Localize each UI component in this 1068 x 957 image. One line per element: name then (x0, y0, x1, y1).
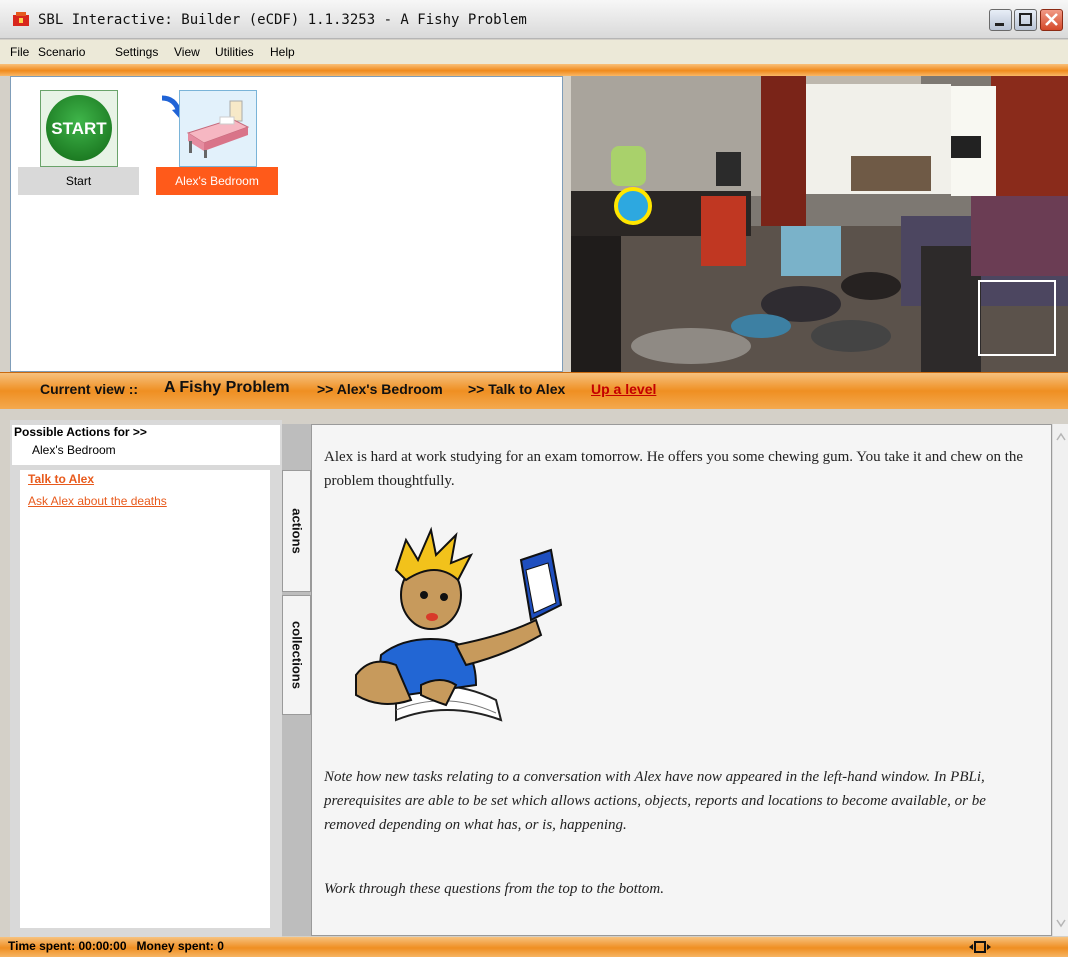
start-icon-text: START (51, 119, 107, 138)
breadcrumb-location: >> Alex's Bedroom (317, 381, 443, 397)
scenario-flow-canvas[interactable]: START Start Alex's Bedroom (10, 76, 563, 372)
possible-actions-title: Possible Actions for >> (14, 425, 147, 439)
close-icon (1045, 13, 1058, 26)
note-text: Note how new tasks relating to a convers… (324, 769, 986, 833)
menu-file[interactable]: File (10, 45, 29, 59)
action-talk-to-alex[interactable]: Talk to Alex (28, 472, 94, 486)
bedroom-node[interactable] (179, 90, 257, 167)
scroll-arrows-icon (1056, 432, 1066, 928)
room-photo-image (571, 76, 1068, 372)
tab-actions[interactable]: actions (282, 470, 311, 592)
money-spent-value: 0 (217, 939, 224, 953)
start-icon: START (46, 95, 112, 161)
title-bar: SBL Interactive: Builder (eCDF) 1.1.3253… (0, 0, 1068, 39)
time-spent-value: 00:00:00 (78, 939, 127, 953)
actions-list: Talk to Alex Ask Alex about the deaths (20, 470, 270, 928)
tab-collections-label: collections (289, 621, 304, 689)
intro-text: Alex is hard at work studying for an exa… (324, 449, 1024, 489)
money-spent-label: Money spent: (136, 939, 214, 953)
time-spent-label: Time spent: (8, 939, 76, 953)
minimize-button[interactable] (989, 9, 1012, 31)
tab-collections[interactable]: collections (282, 595, 311, 715)
window-title: SBL Interactive: Builder (eCDF) 1.1.3253… (38, 12, 527, 28)
current-location-label: Alex's Bedroom (32, 443, 116, 457)
start-node-label: Start (18, 167, 139, 195)
breadcrumb-scenario: A Fishy Problem (164, 379, 290, 396)
maximize-button[interactable] (1014, 9, 1037, 31)
content-pane: Alex is hard at work studying for an exa… (311, 424, 1052, 936)
student-reading-illustration (355, 526, 563, 722)
maximize-icon (1019, 13, 1032, 26)
minimize-icon (995, 23, 1004, 26)
close-button[interactable] (1040, 9, 1063, 31)
fishbowl-hotspot (614, 187, 652, 225)
current-view-bar: Current view :: A Fishy Problem >> Alex'… (0, 372, 1068, 409)
bed-icon (186, 100, 250, 158)
actions-header: Possible Actions for >> Alex's Bedroom (12, 425, 280, 465)
app-icon (13, 12, 29, 26)
instruction-text: Work through these questions from the to… (324, 881, 664, 897)
bedroom-node-label: Alex's Bedroom (156, 167, 278, 195)
content-scrollbar[interactable] (1052, 424, 1068, 936)
tab-actions-label: actions (289, 508, 304, 554)
menu-bar: File Scenario Settings View Utilities He… (0, 40, 1068, 64)
status-bar: Time spent: 00:00:00 Money spent: 0 (0, 937, 1068, 957)
resize-handle-icon[interactable] (968, 940, 992, 954)
status-text: Time spent: 00:00:00 Money spent: 0 (8, 939, 224, 953)
current-view-prefix: Current view :: (40, 381, 139, 397)
menu-settings[interactable]: Settings (115, 45, 158, 59)
up-a-level-link[interactable]: Up a level (591, 381, 656, 397)
action-ask-alex-deaths[interactable]: Ask Alex about the deaths (28, 494, 167, 508)
menu-scenario[interactable]: Scenario (38, 45, 85, 59)
start-node[interactable]: START (40, 90, 118, 167)
room-photo[interactable] (571, 76, 1068, 372)
menu-view[interactable]: View (174, 45, 200, 59)
menu-help[interactable]: Help (270, 45, 295, 59)
menu-utilities[interactable]: Utilities (215, 45, 254, 59)
divider-band (0, 64, 1068, 76)
breadcrumb-action: >> Talk to Alex (468, 381, 566, 397)
